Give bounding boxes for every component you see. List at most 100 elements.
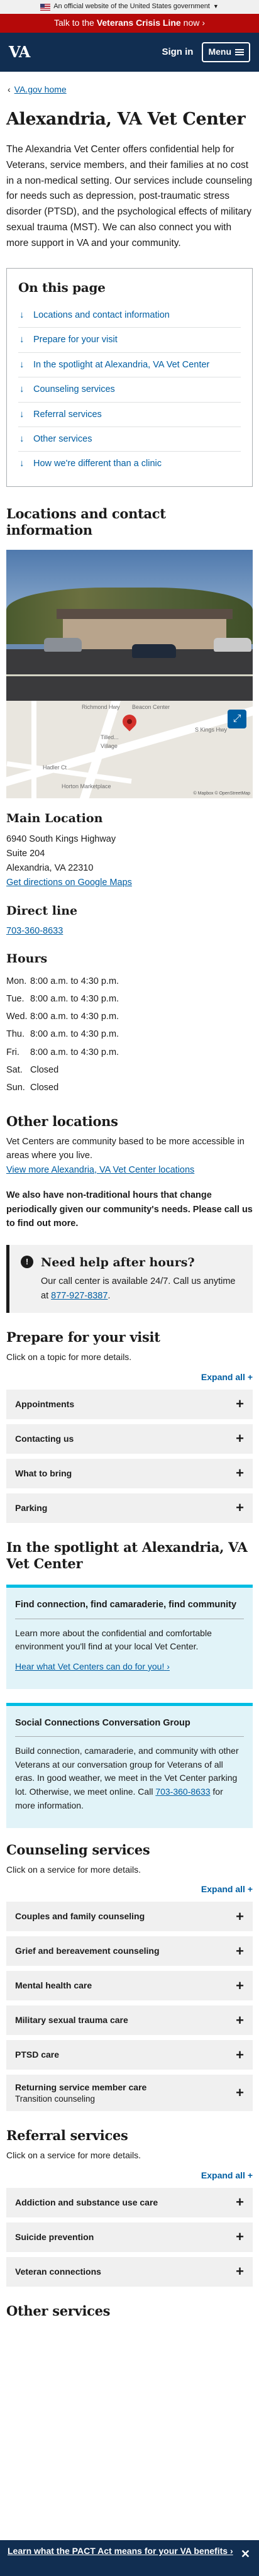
on-this-page-item[interactable]: ↓ Referral services bbox=[18, 403, 241, 427]
accordion-ptsd-care[interactable]: PTSD care + bbox=[6, 2040, 253, 2070]
arrow-down-icon: ↓ bbox=[19, 384, 25, 395]
other-services-title: Other services bbox=[6, 2302, 111, 2319]
on-this-page-link[interactable]: How we're different than a clinic bbox=[33, 459, 162, 469]
on-this-page-link[interactable]: Prepare for your visit bbox=[33, 335, 118, 345]
va-logo[interactable]: VA bbox=[9, 40, 30, 64]
map-attribution[interactable]: © Mapbox © OpenStreetMap bbox=[194, 791, 250, 798]
plus-icon: + bbox=[236, 2012, 244, 2028]
accordion-addiction[interactable]: Addiction and substance use care + bbox=[6, 2187, 253, 2217]
on-this-page-item[interactable]: ↓ Counseling services bbox=[18, 377, 241, 403]
other-locations-title: Other locations bbox=[6, 1113, 118, 1129]
plus-icon: + bbox=[236, 2229, 244, 2245]
accordion-label: Mental health care bbox=[15, 1980, 92, 1991]
expand-map-icon[interactable]: ⤢ bbox=[228, 710, 246, 729]
spotlight-phone-link[interactable]: 703-360-8633 bbox=[155, 1787, 210, 1797]
on-this-page-box: On this page ↓ Locations and contact info… bbox=[6, 267, 253, 487]
accordion-grief[interactable]: Grief and bereavement counseling + bbox=[6, 1936, 253, 1966]
plus-icon: + bbox=[236, 1430, 244, 1447]
on-this-page-link[interactable]: In the spotlight at Alexandria, VA Vet C… bbox=[33, 360, 209, 370]
prepare-title: Prepare for your visit bbox=[6, 1329, 160, 1345]
accordion-mst-care[interactable]: Military sexual trauma care + bbox=[6, 2005, 253, 2036]
menu-label: Menu bbox=[208, 47, 231, 57]
accordion-contacting-us[interactable]: Contacting us + bbox=[6, 1424, 253, 1454]
directions-link[interactable]: Get directions on Google Maps bbox=[6, 878, 132, 888]
map-label: Horton Marketplace bbox=[62, 783, 111, 790]
phone-link[interactable]: 703-360-8633 bbox=[6, 926, 63, 936]
hours-row: Sun. Closed bbox=[6, 1079, 253, 1096]
hours-day: Tue. bbox=[6, 993, 25, 1004]
map-pin-icon[interactable] bbox=[119, 711, 140, 732]
prepare-expand-all-button[interactable]: Expand all + bbox=[201, 1372, 253, 1382]
on-this-page-link[interactable]: Locations and contact information bbox=[33, 310, 170, 320]
hours-row: Wed. 8:00 a.m. to 4:30 p.m. bbox=[6, 1008, 253, 1025]
plus-icon: + bbox=[236, 2263, 244, 2280]
accordion-appointments[interactable]: Appointments + bbox=[6, 1389, 253, 1419]
call-center-phone-link[interactable]: 877-927-8387 bbox=[51, 1291, 107, 1301]
chevron-right-icon: › bbox=[229, 2546, 233, 2556]
menu-button[interactable]: Menu bbox=[202, 42, 250, 62]
referral-expand-all-button[interactable]: Expand all + bbox=[201, 2170, 253, 2180]
other-locations-text: Vet Centers are community based to be mo… bbox=[6, 1136, 245, 1161]
on-this-page-item[interactable]: ↓ Locations and contact information bbox=[18, 303, 241, 328]
on-this-page-link[interactable]: Other services bbox=[33, 434, 92, 444]
spotlight-card-link-text: Hear what Vet Centers can do for you! bbox=[15, 1661, 165, 1671]
spotlight-card: Social Connections Conversation Group Bu… bbox=[6, 1702, 253, 1828]
breadcrumb-home-link[interactable]: VA.gov home bbox=[14, 83, 67, 97]
location-map[interactable]: Beacon Center Tilled... Village Hadler C… bbox=[6, 701, 253, 799]
pact-act-link[interactable]: Learn what the PACT Act means for your V… bbox=[8, 2546, 233, 2556]
arrow-down-icon: ↓ bbox=[19, 433, 25, 444]
accordion-veteran-connections[interactable]: Veteran connections + bbox=[6, 2256, 253, 2287]
on-this-page-item[interactable]: ↓ Other services bbox=[18, 427, 241, 452]
accordion-label: Grief and bereavement counseling bbox=[15, 1946, 160, 1956]
hours-time: Closed bbox=[30, 1083, 59, 1093]
on-this-page-item[interactable]: ↓ Prepare for your visit bbox=[18, 328, 241, 353]
crisis-suffix: now bbox=[183, 18, 200, 28]
spotlight-card-link[interactable]: Hear what Vet Centers can do for you! › bbox=[15, 1661, 170, 1671]
page-title: Alexandria, VA Vet Center bbox=[6, 109, 246, 129]
on-this-page-title: On this page bbox=[18, 279, 106, 295]
locations-title: Locations and contact information bbox=[6, 505, 166, 538]
gov-banner[interactable]: An official website of the United States… bbox=[0, 0, 259, 14]
accordion-mental-health[interactable]: Mental health care + bbox=[6, 1971, 253, 2001]
spotlight-card-heading: Find connection, find camaraderie, find … bbox=[15, 1600, 237, 1610]
hours-time: 8:00 a.m. to 4:30 p.m. bbox=[30, 993, 119, 1004]
accordion-label: Addiction and substance use care bbox=[15, 2197, 158, 2207]
accordion-couples-family[interactable]: Couples and family counseling + bbox=[6, 1902, 253, 1932]
on-this-page-link[interactable]: Counseling services bbox=[33, 384, 115, 394]
address-line: Suite 204 bbox=[6, 849, 45, 859]
hours-time: 8:00 a.m. to 4:30 p.m. bbox=[30, 1029, 119, 1040]
plus-icon: + bbox=[236, 1396, 244, 1412]
accordion-label: Military sexual trauma care bbox=[15, 2015, 128, 2026]
info-icon: ! bbox=[21, 1255, 33, 1268]
facility-photo bbox=[6, 550, 253, 701]
map-label: S Kings Hwy bbox=[195, 727, 228, 733]
accordion-sublabel: Transition counseling bbox=[15, 2094, 96, 2104]
hours-row: Thu. 8:00 a.m. to 4:30 p.m. bbox=[6, 1025, 253, 1043]
on-this-page-link[interactable]: Referral services bbox=[33, 410, 102, 420]
crisis-line-bar[interactable]: Talk to the Veterans Crisis Line now › bbox=[0, 14, 259, 33]
gov-banner-text: An official website of the United States… bbox=[53, 3, 210, 11]
close-icon[interactable]: ✕ bbox=[241, 2546, 250, 2562]
hours-list: Mon. 8:00 a.m. to 4:30 p.m. Tue. 8:00 a.m.… bbox=[6, 973, 253, 1097]
on-this-page-item[interactable]: ↓ In the spotlight at Alexandria, VA Vet … bbox=[18, 353, 241, 378]
spotlight-card-heading: Social Connections Conversation Group bbox=[15, 1717, 190, 1728]
counseling-expand-all-button[interactable]: Expand all + bbox=[201, 1884, 253, 1894]
accordion-suicide-prevention[interactable]: Suicide prevention + bbox=[6, 2222, 253, 2252]
prepare-hint: Click on a topic for more details. bbox=[6, 1352, 132, 1363]
other-locations-link[interactable]: View more Alexandria, VA Vet Center loca… bbox=[6, 1165, 194, 1175]
chevron-down-icon: ▼ bbox=[212, 3, 219, 10]
counseling-title: Counseling services bbox=[6, 1841, 150, 1858]
accordion-what-to-bring[interactable]: What to bring + bbox=[6, 1458, 253, 1488]
address-line: Alexandria, VA 22310 bbox=[6, 863, 94, 874]
accordion-returning-service-member[interactable]: Returning service member care Transition … bbox=[6, 2075, 253, 2112]
page-intro: The Alexandria Vet Center offers confide… bbox=[6, 144, 253, 248]
referral-title: Referral services bbox=[6, 2127, 128, 2144]
plus-icon: + bbox=[236, 1465, 244, 1481]
sign-in-link[interactable]: Sign in bbox=[162, 45, 193, 59]
accordion-parking[interactable]: Parking + bbox=[6, 1493, 253, 1523]
plus-icon: + bbox=[236, 1943, 244, 1959]
hamburger-icon bbox=[235, 49, 244, 55]
on-this-page-item[interactable]: ↓ How we're different than a clinic bbox=[18, 452, 241, 476]
counseling-hint: Click on a service for more details. bbox=[6, 1864, 141, 1875]
arrow-down-icon: ↓ bbox=[19, 408, 25, 420]
